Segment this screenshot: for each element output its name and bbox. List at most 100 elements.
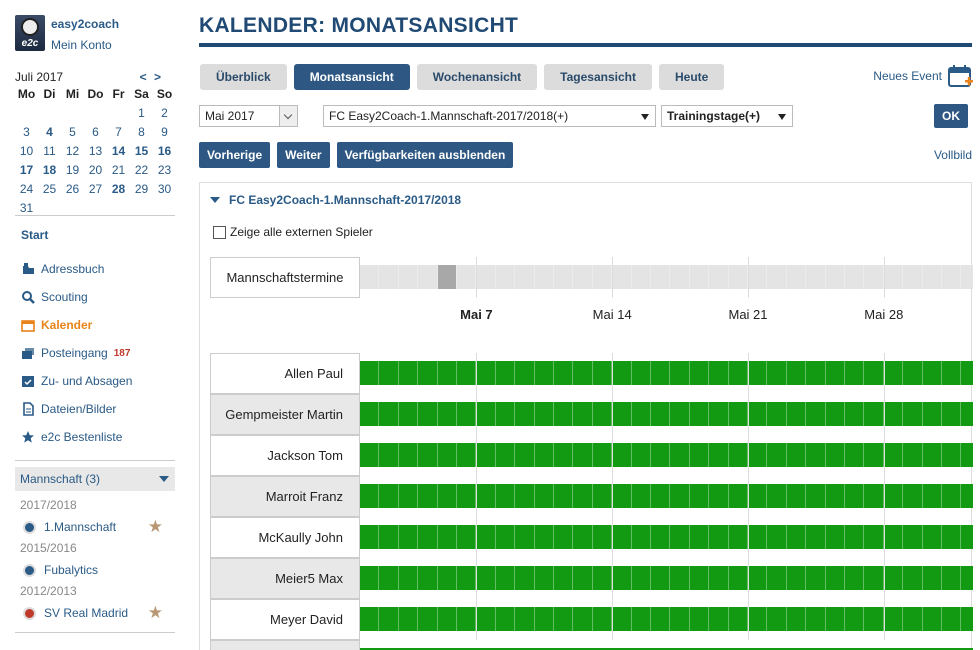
availability-day[interactable] <box>884 484 904 508</box>
availability-day[interactable] <box>515 607 535 631</box>
availability-day[interactable] <box>651 525 671 549</box>
availability-day[interactable] <box>379 566 399 590</box>
month-select[interactable]: Mai 2017 <box>199 105 298 127</box>
availability-day[interactable] <box>651 566 671 590</box>
availability-day[interactable] <box>438 443 457 467</box>
hide-availability-button[interactable]: Verfügbarkeiten ausblenden <box>336 142 514 168</box>
availability-day[interactable] <box>554 402 574 426</box>
tab-wochenansicht[interactable]: Wochenansicht <box>416 64 538 90</box>
availability-day[interactable] <box>360 402 380 426</box>
availability-day[interactable] <box>923 443 942 467</box>
mini-calendar-day[interactable]: 7 <box>107 123 130 142</box>
availability-day[interactable] <box>535 566 554 590</box>
availability-day[interactable] <box>496 443 516 467</box>
availability-day[interactable] <box>515 484 535 508</box>
availability-day[interactable] <box>535 402 554 426</box>
availability-day[interactable] <box>884 525 904 549</box>
availability-day[interactable] <box>515 525 535 549</box>
availability-day[interactable] <box>379 443 399 467</box>
availability-day[interactable] <box>903 607 923 631</box>
availability-day[interactable] <box>438 525 457 549</box>
mini-calendar-day[interactable]: 1 <box>130 104 153 123</box>
availability-day[interactable] <box>748 361 768 385</box>
availability-day[interactable] <box>923 484 942 508</box>
availability-day[interactable] <box>806 402 826 426</box>
availability-day[interactable] <box>903 566 923 590</box>
availability-day[interactable] <box>845 525 865 549</box>
availability-day[interactable] <box>593 607 613 631</box>
availability-day[interactable] <box>942 566 962 590</box>
availability-day[interactable] <box>729 361 748 385</box>
availability-day[interactable] <box>457 402 477 426</box>
availability-day[interactable] <box>651 484 671 508</box>
availability-day[interactable] <box>379 607 399 631</box>
availability-day[interactable] <box>864 566 884 590</box>
availability-day[interactable] <box>690 443 710 467</box>
availability-day[interactable] <box>748 607 768 631</box>
availability-day[interactable] <box>806 484 826 508</box>
availability-day[interactable] <box>379 361 399 385</box>
mini-calendar-day[interactable]: 6 <box>84 123 107 142</box>
team-select[interactable]: FC Easy2Coach-1.Mannschaft-2017/2018(+) <box>323 105 656 127</box>
mini-calendar-day[interactable]: 21 <box>107 161 130 180</box>
availability-day[interactable] <box>961 402 980 426</box>
availability-day[interactable] <box>399 566 419 590</box>
availability-day[interactable] <box>593 525 613 549</box>
availability-day[interactable] <box>651 443 671 467</box>
previous-button[interactable]: Vorherige <box>199 142 271 168</box>
availability-day[interactable] <box>496 525 516 549</box>
availability-day[interactable] <box>961 484 980 508</box>
availability-day[interactable] <box>729 566 748 590</box>
availability-day[interactable] <box>573 484 593 508</box>
availability-day[interactable] <box>418 361 438 385</box>
mini-calendar-day[interactable]: 9 <box>153 123 176 142</box>
availability-day[interactable] <box>476 402 496 426</box>
availability-day[interactable] <box>748 443 768 467</box>
availability-day[interactable] <box>709 607 729 631</box>
mini-calendar-day[interactable]: 4 <box>38 123 61 142</box>
availability-day[interactable] <box>612 443 632 467</box>
availability-day[interactable] <box>418 566 438 590</box>
availability-day[interactable] <box>787 566 807 590</box>
mini-calendar-day[interactable]: 23 <box>153 161 176 180</box>
availability-day[interactable] <box>399 525 419 549</box>
availability-day[interactable] <box>884 402 904 426</box>
availability-day[interactable] <box>438 607 457 631</box>
mini-calendar-day[interactable]: 16 <box>153 142 176 161</box>
availability-day[interactable] <box>632 402 651 426</box>
availability-day[interactable] <box>573 607 593 631</box>
availability-day[interactable] <box>612 607 632 631</box>
availability-day[interactable] <box>632 484 651 508</box>
availability-day[interactable] <box>787 484 807 508</box>
menu-item-posteingang[interactable]: Posteingang 187 <box>21 339 175 367</box>
availability-day[interactable] <box>670 443 690 467</box>
availability-day[interactable] <box>806 525 826 549</box>
availability-day[interactable] <box>593 402 613 426</box>
availability-day[interactable] <box>535 361 554 385</box>
availability-day[interactable] <box>457 566 477 590</box>
panel-header[interactable]: FC Easy2Coach-1.Mannschaft-2017/2018 <box>210 193 461 207</box>
availability-day[interactable] <box>729 607 748 631</box>
availability-day[interactable] <box>709 525 729 549</box>
mini-calendar-day[interactable]: 2 <box>153 104 176 123</box>
availability-day[interactable] <box>903 402 923 426</box>
availability-day[interactable] <box>515 402 535 426</box>
show-external-checkbox[interactable] <box>213 225 226 239</box>
availability-day[interactable] <box>942 443 962 467</box>
availability-day[interactable] <box>787 607 807 631</box>
menu-item-dateien-bilder[interactable]: Dateien/Bilder <box>21 395 175 423</box>
availability-day[interactable] <box>399 361 419 385</box>
availability-day[interactable] <box>593 361 613 385</box>
availability-day[interactable] <box>496 484 516 508</box>
availability-day[interactable] <box>399 484 419 508</box>
availability-day[interactable] <box>942 361 962 385</box>
availability-day[interactable] <box>457 525 477 549</box>
availability-day[interactable] <box>845 484 865 508</box>
mini-calendar-day[interactable]: 14 <box>107 142 130 161</box>
availability-day[interactable] <box>379 525 399 549</box>
availability-day[interactable] <box>767 361 787 385</box>
mini-calendar-day[interactable]: 13 <box>84 142 107 161</box>
mini-calendar-day[interactable]: 15 <box>130 142 153 161</box>
availability-day[interactable] <box>554 443 574 467</box>
mini-calendar-day[interactable]: 22 <box>130 161 153 180</box>
